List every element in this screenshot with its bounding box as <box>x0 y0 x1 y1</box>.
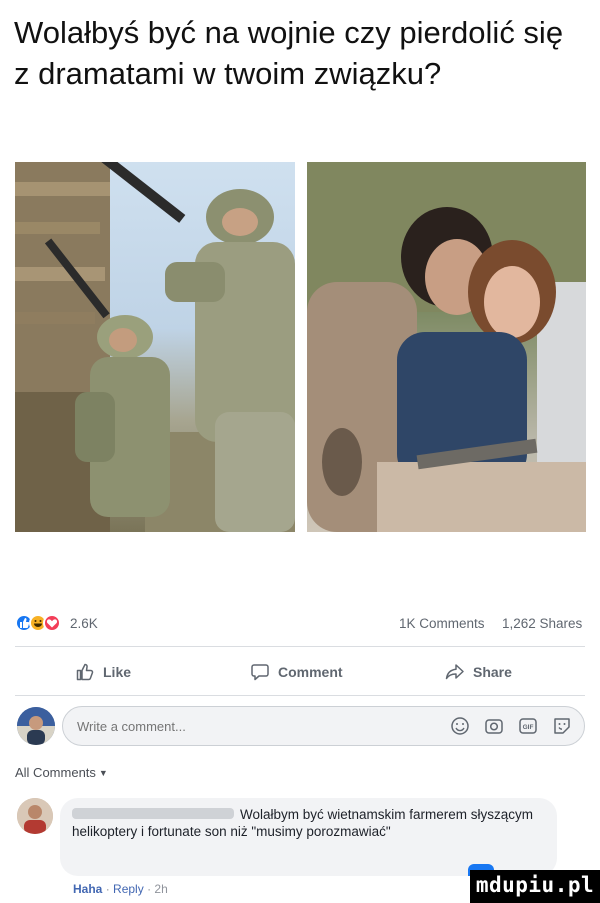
divider <box>15 695 585 696</box>
love-reaction-icon <box>43 614 61 632</box>
post-actions: Like Comment Share <box>15 654 585 690</box>
comment-label: Comment <box>278 664 343 680</box>
camera-icon[interactable] <box>483 715 505 737</box>
soldiers-illustration <box>15 162 295 532</box>
avatar[interactable] <box>17 707 55 745</box>
divider <box>15 646 585 647</box>
watermark: mdupiu.pl <box>470 870 600 903</box>
reaction-summary: 2.6K 1K Comments 1,262 Shares <box>15 612 585 636</box>
like-label: Like <box>103 664 132 680</box>
shares-count[interactable]: 1,262 Shares <box>502 616 582 631</box>
thumbs-up-icon <box>75 662 95 682</box>
emoji-icon[interactable] <box>449 715 471 737</box>
commenter-name[interactable] <box>72 808 234 819</box>
avatar[interactable] <box>17 798 53 834</box>
sticker-icon[interactable] <box>551 715 573 737</box>
haha-reaction-link[interactable]: Haha <box>73 882 102 896</box>
couple-photo[interactable] <box>307 162 586 532</box>
soldiers-photo[interactable] <box>15 162 295 532</box>
reply-link[interactable]: Reply <box>113 882 144 896</box>
comment-meta: Haha · Reply · 2h <box>73 882 168 896</box>
share-arrow-icon <box>445 662 465 682</box>
separator-dot: · <box>105 882 114 896</box>
reaction-icons[interactable] <box>15 614 65 632</box>
svg-text:GIF: GIF <box>523 724 534 731</box>
comment-composer: GIF <box>15 705 585 747</box>
comment-bubble-icon <box>250 662 270 682</box>
post-title: Wolałbyś być na wojnie czy pierdolić się… <box>14 15 564 91</box>
reaction-count[interactable]: 2.6K <box>70 616 98 631</box>
share-label: Share <box>473 664 512 680</box>
like-button[interactable]: Like <box>75 660 131 684</box>
comment-button[interactable]: Comment <box>250 660 343 684</box>
share-button[interactable]: Share <box>445 660 512 684</box>
comments-filter[interactable]: All Comments ▼ <box>15 765 108 780</box>
composer-tools: GIF <box>449 715 573 737</box>
comments-count[interactable]: 1K Comments <box>399 616 485 631</box>
comment-age[interactable]: 2h <box>154 882 167 896</box>
comments-filter-label: All Comments <box>15 765 96 780</box>
gif-icon[interactable]: GIF <box>517 715 539 737</box>
chevron-down-icon: ▼ <box>98 768 108 778</box>
couple-illustration <box>307 162 586 532</box>
